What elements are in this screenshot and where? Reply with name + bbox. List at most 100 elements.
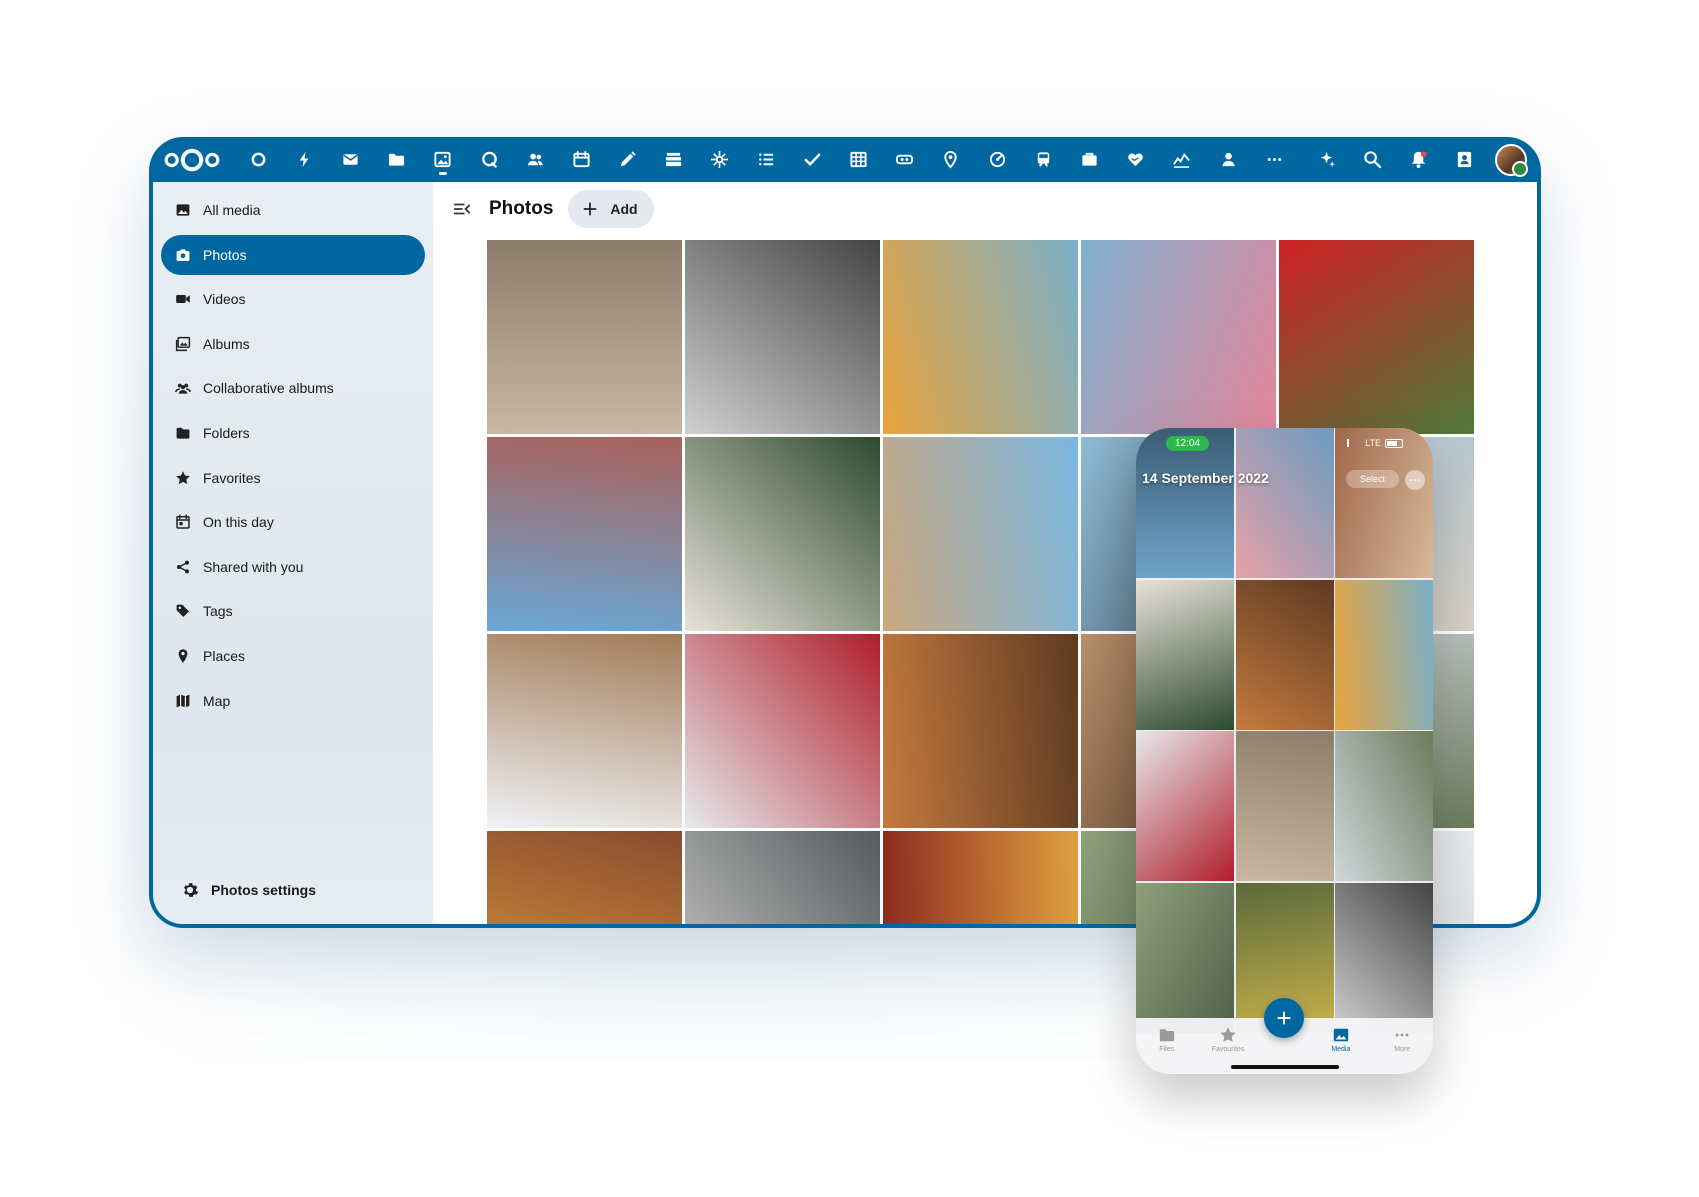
sidebar-item-label: Collaborative albums [203, 380, 334, 397]
sidebar-item-label: Map [203, 692, 231, 709]
contacts-menu-icon[interactable] [1441, 137, 1487, 182]
sidebar-item-tags[interactable]: Tags [161, 591, 425, 631]
phone-photo-thumbnail[interactable] [1335, 579, 1433, 730]
phone-photo-thumbnail[interactable] [1136, 731, 1234, 881]
star-icon [1220, 1027, 1236, 1042]
phone-tab-label: Media [1331, 1046, 1351, 1053]
app-more-icon[interactable] [1251, 137, 1297, 182]
sidebar-toggle-icon[interactable] [453, 200, 471, 218]
sidebar-item-label: Favorites [203, 469, 261, 486]
phone-select-button[interactable]: Select [1345, 470, 1399, 488]
sidebar-item-places[interactable]: Places [161, 636, 425, 676]
app-files-icon[interactable] [374, 137, 420, 182]
photo-thumbnail[interactable] [487, 240, 682, 434]
app-transport-icon[interactable] [1020, 137, 1066, 182]
sidebar-item-favorites[interactable]: Favorites [161, 458, 425, 498]
photo-thumbnail[interactable] [487, 437, 682, 631]
app-maps-icon[interactable] [928, 137, 974, 182]
phone-photo-grid [1136, 428, 1433, 1033]
app-mail-icon[interactable] [327, 137, 373, 182]
app-menu [235, 137, 1297, 182]
add-button[interactable]: Add [568, 190, 654, 228]
sidebar-item-albums[interactable]: Albums [161, 324, 425, 364]
sidebar-item-collaborative-albums[interactable]: Collaborative albums [161, 368, 425, 408]
app-notes-icon[interactable] [605, 137, 651, 182]
phone-add-button[interactable] [1264, 998, 1304, 1038]
sidebar-item-all-media[interactable]: All media [161, 190, 425, 230]
app-tables-icon[interactable] [835, 137, 881, 182]
phone-tab-files[interactable]: Files [1142, 1026, 1192, 1053]
app-calendar-icon[interactable] [558, 137, 604, 182]
gear-icon [184, 883, 199, 897]
add-button-label: Add [610, 201, 638, 217]
photo-thumbnail[interactable] [883, 240, 1078, 434]
photo-thumbnail[interactable] [685, 831, 880, 924]
sidebar-item-photos[interactable]: Photos [161, 234, 425, 275]
sidebar-item-label: All media [203, 202, 261, 218]
app-analytics-icon[interactable] [974, 137, 1020, 182]
phone-tab-more[interactable]: More [1377, 1026, 1427, 1053]
folder-icon [176, 427, 190, 439]
photo-thumbnail[interactable] [685, 437, 880, 631]
photo-thumbnail[interactable] [883, 831, 1078, 924]
phone-photo-thumbnail[interactable] [1335, 882, 1433, 1033]
phone-photo-thumbnail[interactable] [1235, 731, 1334, 881]
mobile-app-mockup: 12:04 LTE 14 September 2022 Select ··· F… [1136, 428, 1433, 1074]
phone-status-right: LTE [1347, 438, 1403, 448]
app-tasks-list-icon[interactable] [743, 137, 789, 182]
image-icon [1333, 1028, 1349, 1042]
app-stocks-icon[interactable] [1159, 137, 1205, 182]
signal-icon [1347, 439, 1361, 447]
phone-photo-thumbnail[interactable] [1235, 579, 1334, 730]
sidebar-item-shared-with-you[interactable]: Shared with you [161, 547, 425, 587]
app-user-icon[interactable] [1205, 137, 1251, 182]
photo-thumbnail[interactable] [1081, 240, 1276, 434]
photo-thumbnail[interactable] [1279, 240, 1474, 434]
video-icon [176, 295, 190, 304]
nextcloud-logo-icon[interactable] [161, 145, 223, 175]
map-icon [176, 694, 190, 707]
photo-thumbnail[interactable] [685, 240, 880, 434]
photo-thumbnail[interactable] [883, 437, 1078, 631]
photos-settings-button[interactable]: Photos settings [161, 870, 425, 910]
sidebar-item-on-this-day[interactable]: On this day [161, 502, 425, 542]
sidebar-item-label: Shared with you [203, 558, 304, 575]
app-activity-icon[interactable] [281, 137, 327, 182]
phone-time: 12:04 [1166, 435, 1210, 451]
app-contacts-icon[interactable] [512, 137, 558, 182]
photo-thumbnail[interactable] [883, 634, 1078, 828]
app-dashboard-icon[interactable] [235, 137, 281, 182]
battery-icon [1385, 438, 1403, 448]
phone-photo-thumbnail[interactable] [1136, 882, 1234, 1033]
phone-photo-thumbnail[interactable] [1335, 731, 1433, 881]
phone-tab-favourites[interactable]: Favourites [1203, 1026, 1253, 1053]
search-icon[interactable] [1349, 137, 1395, 182]
app-forms-icon[interactable] [1066, 137, 1112, 182]
sidebar-item-folders[interactable]: Folders [161, 413, 425, 453]
app-cospend-icon[interactable] [882, 137, 928, 182]
app-talk-icon[interactable] [466, 137, 512, 182]
phone-tab-media[interactable]: Media [1316, 1026, 1366, 1053]
user-avatar[interactable] [1495, 143, 1528, 177]
photo-thumbnail[interactable] [685, 634, 880, 828]
phone-photo-thumbnail[interactable] [1136, 579, 1234, 730]
app-photos-icon[interactable] [420, 137, 466, 182]
plus-icon [1277, 1011, 1291, 1025]
app-integration-icon[interactable] [697, 137, 743, 182]
app-tasks-icon[interactable] [789, 137, 835, 182]
image-icon [176, 204, 190, 216]
sidebar-item-label: Places [203, 647, 246, 664]
people-icon [175, 384, 191, 394]
phone-date-header: 14 September 2022 [1142, 470, 1269, 486]
sidebar-item-map[interactable]: Map [161, 681, 425, 721]
page-title: Photos [489, 198, 554, 219]
phone-more-icon[interactable]: ··· [1405, 470, 1425, 490]
app-donate-icon[interactable] [1113, 137, 1159, 182]
assistant-icon[interactable] [1303, 137, 1349, 182]
photo-thumbnail[interactable] [487, 634, 682, 828]
phone-tab-label: Favourites [1211, 1046, 1245, 1053]
photo-thumbnail[interactable] [487, 831, 682, 924]
app-deck-icon[interactable] [651, 137, 697, 182]
notifications-icon[interactable] [1395, 137, 1441, 182]
sidebar-item-videos[interactable]: Videos [161, 279, 425, 319]
